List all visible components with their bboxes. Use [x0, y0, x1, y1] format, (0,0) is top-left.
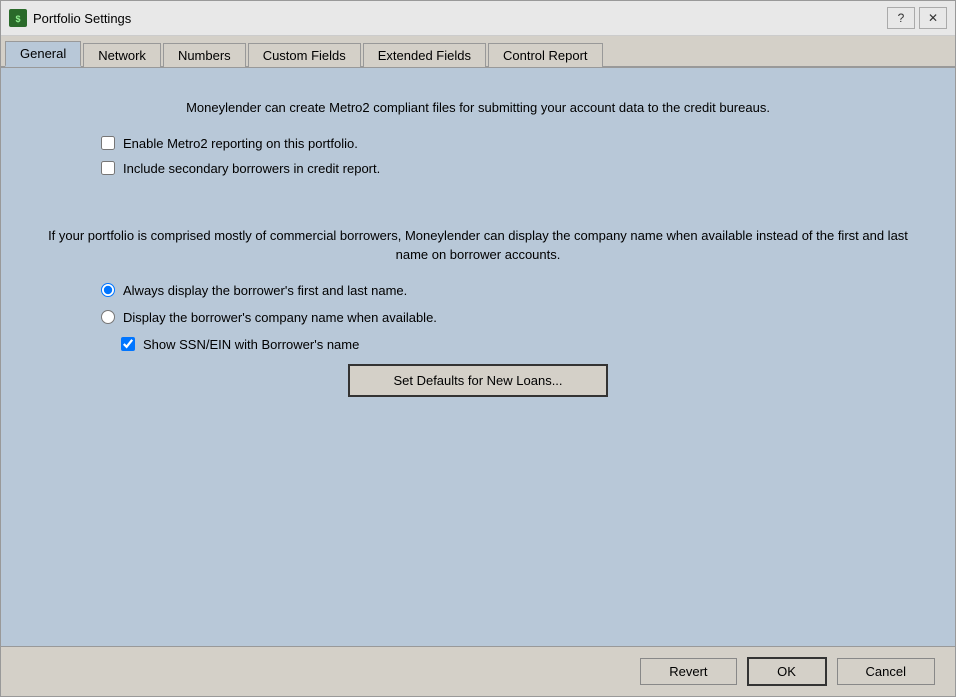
set-defaults-button[interactable]: Set Defaults for New Loans... [348, 364, 608, 397]
tab-network[interactable]: Network [83, 43, 161, 67]
include-secondary-checkbox[interactable] [101, 161, 115, 175]
footer-bar: Revert OK Cancel [1, 646, 955, 696]
tab-extended-fields[interactable]: Extended Fields [363, 43, 486, 67]
tab-custom-fields[interactable]: Custom Fields [248, 43, 361, 67]
enable-metro2-label[interactable]: Enable Metro2 reporting on this portfoli… [123, 136, 358, 151]
metro2-description: Moneylender can create Metro2 compliant … [41, 98, 915, 118]
title-bar: $ Portfolio Settings ? ✕ [1, 1, 955, 36]
show-ssn-row: Show SSN/EIN with Borrower's name [121, 337, 915, 352]
cancel-button[interactable]: Cancel [837, 658, 935, 685]
commercial-section: If your portfolio is comprised mostly of… [41, 226, 915, 397]
tab-numbers[interactable]: Numbers [163, 43, 246, 67]
revert-button[interactable]: Revert [640, 658, 736, 685]
enable-metro2-checkbox[interactable] [101, 136, 115, 150]
metro2-section: Moneylender can create Metro2 compliant … [41, 98, 915, 186]
radio-first-last-label[interactable]: Always display the borrower's first and … [123, 283, 407, 298]
commercial-description: If your portfolio is comprised mostly of… [41, 226, 915, 265]
tab-control-report[interactable]: Control Report [488, 43, 603, 67]
tab-bar: General Network Numbers Custom Fields Ex… [1, 36, 955, 68]
close-button[interactable]: ✕ [919, 7, 947, 29]
radio-company-label[interactable]: Display the borrower's company name when… [123, 310, 437, 325]
radio-first-last[interactable] [101, 283, 115, 297]
enable-metro2-row: Enable Metro2 reporting on this portfoli… [101, 136, 915, 151]
content-area: Moneylender can create Metro2 compliant … [1, 68, 955, 646]
portfolio-settings-window: $ Portfolio Settings ? ✕ General Network… [0, 0, 956, 697]
include-secondary-row: Include secondary borrowers in credit re… [101, 161, 915, 176]
window-title: Portfolio Settings [33, 11, 887, 26]
svg-text:$: $ [15, 14, 20, 24]
radio-first-last-row: Always display the borrower's first and … [101, 283, 915, 298]
tab-general[interactable]: General [5, 41, 81, 67]
ok-button[interactable]: OK [747, 657, 827, 686]
include-secondary-label[interactable]: Include secondary borrowers in credit re… [123, 161, 380, 176]
show-ssn-checkbox[interactable] [121, 337, 135, 351]
divider [41, 206, 915, 226]
show-ssn-label[interactable]: Show SSN/EIN with Borrower's name [143, 337, 359, 352]
app-icon: $ [9, 9, 27, 27]
radio-company[interactable] [101, 310, 115, 324]
help-button[interactable]: ? [887, 7, 915, 29]
title-bar-controls: ? ✕ [887, 7, 947, 29]
radio-company-row: Display the borrower's company name when… [101, 310, 915, 325]
defaults-button-row: Set Defaults for New Loans... [41, 364, 915, 397]
